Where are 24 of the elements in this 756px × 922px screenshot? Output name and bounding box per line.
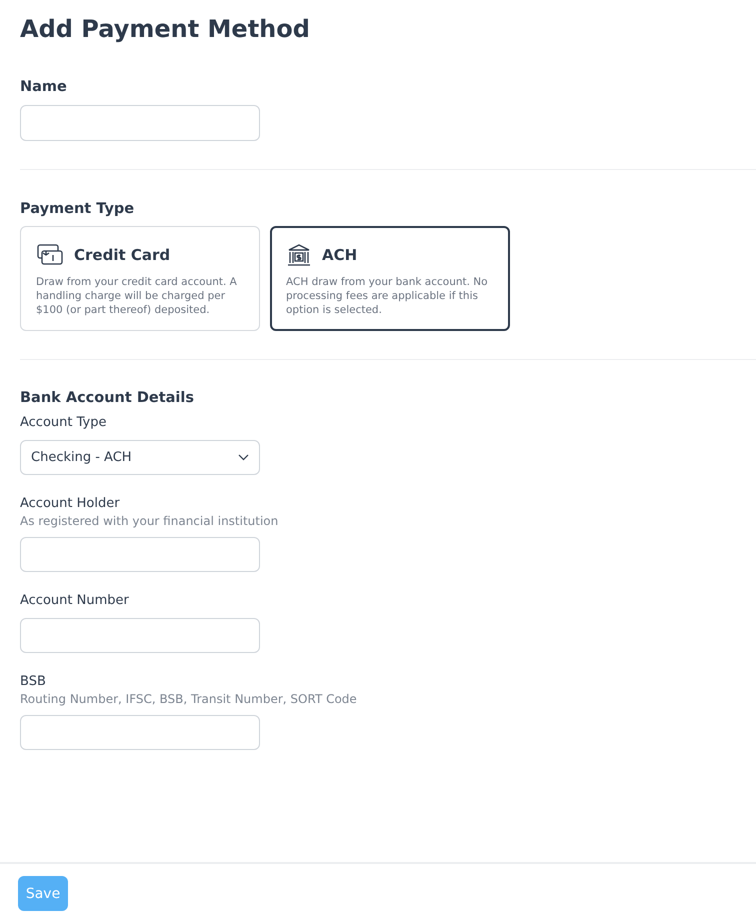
field-label: Account Type (20, 414, 108, 432)
bank-icon (286, 242, 312, 268)
field-label: Name (20, 78, 68, 97)
option-title: ACH (322, 246, 358, 264)
page-title: Add Payment Method (20, 14, 311, 45)
payment-option-card[interactable]: ACH ACH draw from your bank account. No processing fees are applicable if this option is selected. (270, 226, 510, 331)
option-description: ACH draw from your bank account. No processing fees are applicable if this option is selected. (286, 275, 489, 317)
select-field[interactable]: Checking - ACH (20, 440, 260, 475)
field-hint: As registered with your financial institution (20, 513, 280, 529)
option-description: Draw from your credit card account. A handling charge will be charged per $100 (or part thereof) deposited. (36, 275, 238, 317)
input-field[interactable] (20, 105, 260, 141)
chevron-down-icon (238, 454, 249, 461)
payment-option-card[interactable]: Credit Card Draw from your credit card account. A handling charge will be charged per $100 (or part thereof) deposited. (20, 226, 260, 331)
field-hint: Routing Number, IFSC, BSB, Transit Number, SORT Code (20, 691, 358, 707)
input-field[interactable] (20, 715, 260, 750)
field-label: Account Holder (20, 495, 121, 513)
input-field[interactable] (20, 537, 260, 572)
field-label: Account Number (20, 592, 130, 610)
input-field[interactable] (20, 618, 260, 653)
option-title: Credit Card (74, 246, 170, 264)
section-heading: Bank Account Details (20, 389, 196, 408)
field-label: BSB (20, 673, 47, 691)
credit-card-icon (36, 243, 64, 267)
section-heading: Payment Type (20, 200, 136, 219)
